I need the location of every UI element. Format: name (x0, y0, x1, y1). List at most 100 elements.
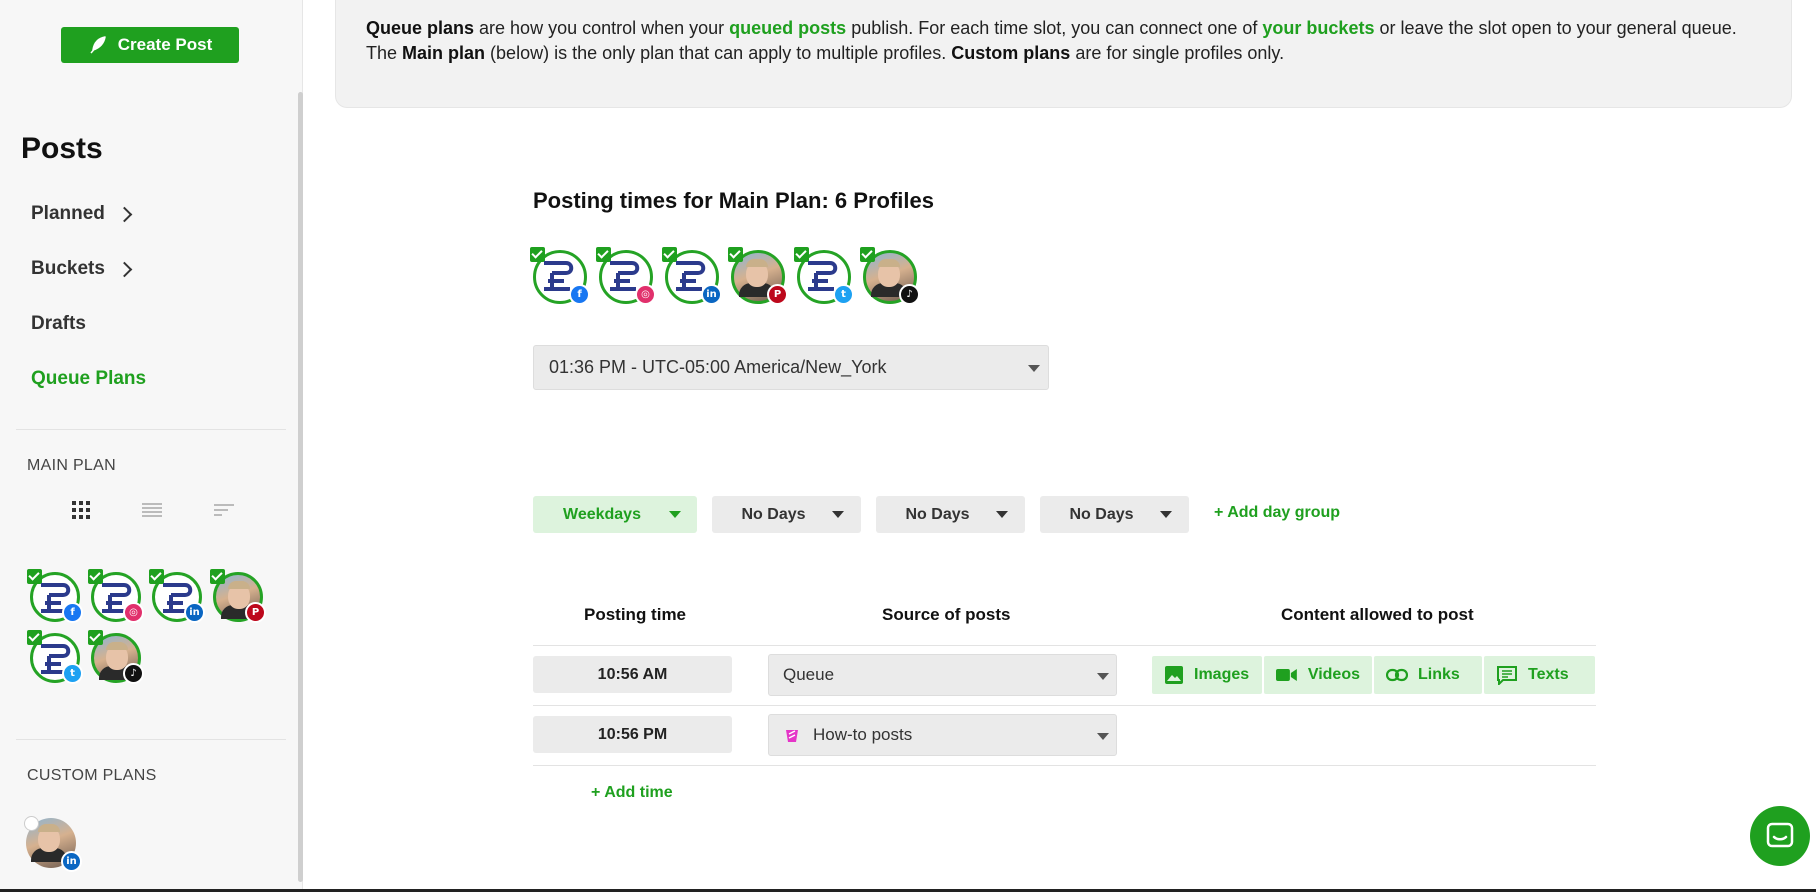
your-buckets-link[interactable]: your buckets (1262, 18, 1374, 38)
checkbox-checked-icon[interactable] (728, 247, 743, 262)
content-videos-toggle[interactable]: Videos (1264, 656, 1372, 694)
nav-queue-plans[interactable]: Queue Plans (31, 368, 146, 390)
image-icon (1165, 666, 1183, 684)
checkbox-checked-icon[interactable] (27, 630, 42, 645)
avatar-hair (228, 581, 250, 589)
add-time-button[interactable]: + Add time (591, 784, 673, 802)
avatar-hair (106, 642, 128, 650)
profile-avatar-twitter[interactable]: t (794, 247, 854, 305)
checkbox-checked-icon[interactable] (596, 247, 611, 262)
timezone-value: 01:36 PM - UTC-05:00 America/New_York (549, 357, 887, 377)
profile-avatar-twitter[interactable]: t (27, 630, 83, 684)
content-images-toggle[interactable]: Images (1152, 656, 1262, 694)
day-group-3[interactable]: No Days (876, 496, 1025, 533)
source-value: Queue (783, 665, 835, 684)
content-type-label: Videos (1307, 666, 1360, 683)
add-day-group-button[interactable]: + Add day group (1214, 504, 1340, 522)
timezone-select[interactable]: 01:36 PM - UTC-05:00 America/New_York (533, 345, 1049, 390)
checkbox-checked-icon[interactable] (27, 569, 42, 584)
chat-icon (1766, 822, 1794, 848)
sidebar-title: Posts (21, 132, 103, 165)
source-value: How-to posts (813, 725, 913, 744)
divider (16, 429, 286, 430)
content-links-toggle[interactable]: Links (1374, 656, 1482, 694)
profile-avatar-facebook[interactable]: f (27, 569, 83, 623)
sort-view-icon[interactable] (214, 503, 234, 517)
caret-down-icon (1028, 365, 1040, 372)
profile-avatar-pinterest[interactable]: P (728, 247, 788, 305)
twitter-icon: t (833, 284, 854, 305)
divider (533, 765, 1596, 766)
day-group-4[interactable]: No Days (1040, 496, 1189, 533)
day-group-2[interactable]: No Days (712, 496, 861, 533)
radio-unchecked-icon[interactable] (24, 816, 39, 831)
avatar-hair (746, 259, 768, 267)
tiktok-icon: ♪ (123, 663, 144, 684)
create-post-label: Create Post (117, 35, 213, 54)
checkbox-checked-icon[interactable] (88, 630, 103, 645)
list-view-icon[interactable] (142, 502, 162, 518)
chevron-right-icon (116, 261, 133, 277)
facebook-icon: f (569, 284, 590, 305)
queued-posts-link[interactable]: queued posts (729, 18, 846, 38)
content-type-label: Texts (1528, 666, 1569, 683)
sidebar-scrollbar[interactable] (298, 92, 303, 882)
profile-avatar-instagram[interactable]: ◎ (596, 247, 656, 305)
content-texts-toggle[interactable]: Texts (1484, 656, 1595, 694)
info-text: Queue plans (366, 18, 475, 38)
posting-time-2[interactable]: 10:56 PM (533, 716, 732, 753)
checkbox-checked-icon[interactable] (662, 247, 677, 262)
sidebar: Create Post Posts Planned Buckets Drafts… (0, 0, 303, 892)
col-header-posting-time: Posting time (584, 605, 687, 624)
profile-avatar-pinterest[interactable]: P (210, 569, 266, 623)
linkedin-icon: in (184, 602, 205, 623)
twitter-icon: t (62, 663, 83, 684)
custom-plan-avatar-linkedin[interactable]: in (24, 816, 82, 872)
facebook-icon: f (62, 602, 83, 623)
chevron-right-icon (116, 206, 133, 222)
day-group-weekdays[interactable]: Weekdays (533, 496, 697, 533)
info-text: Custom plans (951, 43, 1071, 63)
create-post-button[interactable]: Create Post (61, 27, 239, 63)
nav-drafts[interactable]: Drafts (31, 313, 86, 335)
nav-planned[interactable]: Planned (31, 203, 133, 225)
checkbox-checked-icon[interactable] (88, 569, 103, 584)
view-toggle (72, 501, 234, 519)
nav-buckets-label: Buckets (31, 258, 105, 279)
source-select-2[interactable]: How-to posts (768, 714, 1117, 756)
profile-avatar-facebook[interactable]: f (530, 247, 590, 305)
profile-avatar-linkedin[interactable]: in (662, 247, 722, 305)
caret-down-icon (1097, 673, 1109, 680)
pinterest-icon: P (767, 284, 788, 305)
posting-time-1[interactable]: 10:56 AM (533, 656, 732, 693)
chat-support-button[interactable] (1750, 806, 1810, 866)
feather-icon (90, 36, 106, 54)
col-header-source: Source of posts (882, 605, 1011, 624)
divider (533, 645, 1596, 646)
checkbox-checked-icon[interactable] (794, 247, 809, 262)
linkedin-icon: in (701, 284, 722, 305)
checkbox-checked-icon[interactable] (210, 569, 225, 584)
caret-down-icon (1160, 511, 1172, 518)
linkedin-icon: in (61, 851, 82, 872)
checkbox-checked-icon[interactable] (860, 247, 875, 262)
day-group-label: No Days (905, 505, 970, 523)
divider (533, 705, 1596, 706)
avatar-hair (38, 824, 60, 832)
grid-view-icon[interactable] (72, 501, 90, 519)
day-group-label: No Days (1069, 505, 1134, 523)
checkbox-checked-icon[interactable] (149, 569, 164, 584)
avatar-hair (878, 259, 900, 267)
video-camera-icon (1276, 669, 1297, 681)
profile-avatar-tiktok[interactable]: ♪ (860, 247, 920, 305)
source-select-1[interactable]: Queue (768, 654, 1117, 696)
day-group-label: No Days (741, 505, 806, 523)
caret-down-icon (996, 511, 1008, 518)
profile-avatar-linkedin[interactable]: in (149, 569, 205, 623)
info-banner: Queue plans are how you control when you… (335, 0, 1792, 108)
profile-avatar-tiktok[interactable]: ♪ (88, 630, 144, 684)
checkbox-checked-icon[interactable] (530, 247, 545, 262)
nav-buckets[interactable]: Buckets (31, 258, 133, 280)
custom-plans-heading: CUSTOM PLANS (27, 767, 157, 784)
profile-avatar-instagram[interactable]: ◎ (88, 569, 144, 623)
